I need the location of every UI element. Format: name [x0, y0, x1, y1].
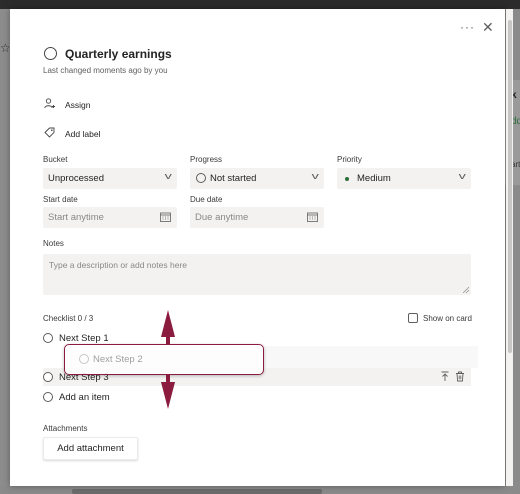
notes-textarea[interactable]: Type a description or add notes here: [43, 254, 471, 295]
drag-up-arrow-icon: [161, 310, 175, 337]
move-to-top-icon[interactable]: [440, 371, 450, 382]
notes-placeholder: Type a description or add notes here: [49, 260, 187, 270]
task-title[interactable]: Quarterly earnings: [65, 47, 172, 61]
priority-dropdown[interactable]: Medium v: [337, 168, 471, 189]
dragged-item-label: Next Step 2: [93, 354, 143, 365]
due-date-placeholder: Due anytime: [195, 212, 249, 223]
add-item-icon[interactable]: [43, 392, 53, 402]
checklist-header: Checklist 0 / 3: [43, 314, 94, 323]
trash-icon[interactable]: [455, 371, 465, 382]
start-date-label: Start date: [43, 195, 78, 204]
due-date-label: Due date: [190, 195, 223, 204]
more-options-icon[interactable]: ···: [460, 20, 475, 34]
add-checklist-item-input[interactable]: Add an item: [59, 392, 110, 403]
dragged-item-checkbox: [79, 354, 89, 364]
task-details-dialog: [10, 9, 505, 486]
show-on-card-checkbox[interactable]: [408, 313, 418, 323]
app-top-bar: [0, 0, 520, 9]
assign-button[interactable]: Assign: [65, 100, 91, 110]
calendar-icon[interactable]: [307, 212, 318, 222]
add-label-button[interactable]: Add label: [65, 129, 100, 139]
checklist-item-checkbox[interactable]: [43, 333, 53, 343]
bucket-value: Unprocessed: [48, 173, 104, 184]
last-changed-text: Last changed moments ago by you: [43, 66, 168, 75]
calendar-icon[interactable]: [160, 212, 171, 222]
start-date-placeholder: Start anytime: [48, 212, 104, 223]
chevron-down-icon: v: [458, 171, 466, 181]
chevron-down-icon: v: [311, 171, 319, 181]
tag-icon[interactable]: [44, 127, 55, 138]
progress-value: Not started: [210, 173, 257, 184]
person-add-icon[interactable]: [44, 98, 55, 109]
not-started-icon: [196, 173, 206, 183]
drag-up-arrow-stem: [166, 336, 170, 344]
progress-label: Progress: [190, 155, 223, 164]
checklist-item-label[interactable]: Next Step 1: [59, 333, 109, 344]
priority-label: Priority: [337, 155, 362, 164]
priority-value: Medium: [357, 173, 391, 184]
start-date-input[interactable]: Start anytime: [43, 207, 177, 228]
notes-label: Notes: [43, 239, 64, 248]
chevron-down-icon: v: [164, 171, 172, 181]
priority-medium-icon: [345, 177, 349, 181]
resize-grip-icon[interactable]: [463, 287, 469, 293]
add-attachment-button[interactable]: Add attachment: [43, 437, 138, 460]
checklist-item-checkbox[interactable]: [43, 372, 53, 382]
close-icon[interactable]: ✕: [482, 19, 494, 36]
due-date-input[interactable]: Due anytime: [190, 207, 324, 228]
drag-down-arrow-icon: [161, 382, 175, 409]
horizontal-scrollbar[interactable]: [72, 489, 322, 494]
show-on-card-label[interactable]: Show on card: [423, 314, 472, 323]
background-left-panel: [0, 9, 10, 494]
task-complete-checkbox[interactable]: [44, 47, 57, 60]
bucket-label: Bucket: [43, 155, 68, 164]
attachments-label: Attachments: [43, 424, 88, 433]
progress-dropdown[interactable]: Not started v: [190, 168, 324, 189]
dialog-scrollbar-thumb[interactable]: [508, 20, 512, 353]
bucket-dropdown[interactable]: Unprocessed v: [43, 168, 177, 189]
